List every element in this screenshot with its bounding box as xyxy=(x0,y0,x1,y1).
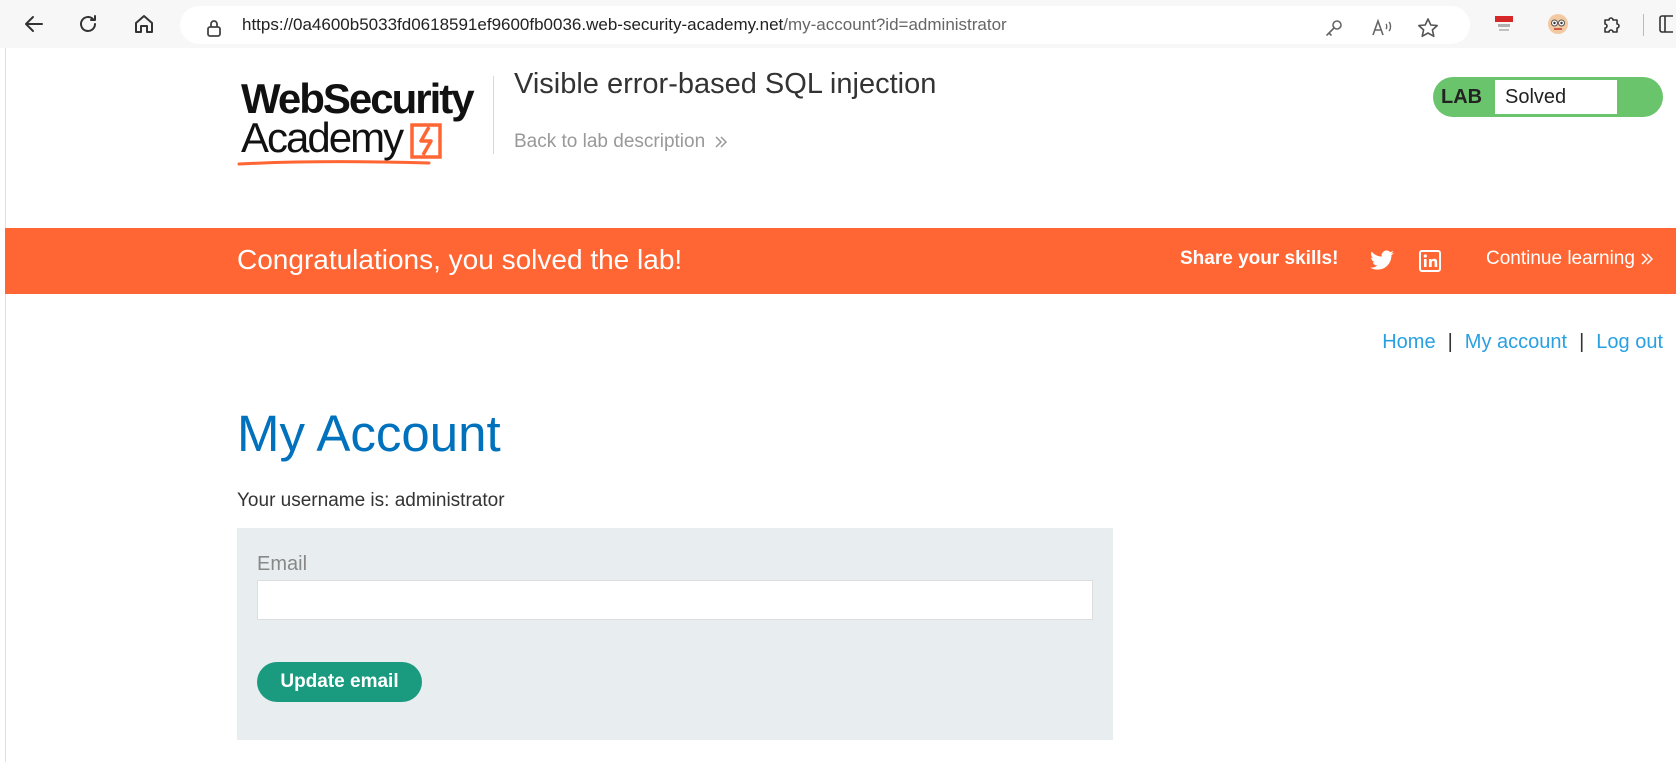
refresh-icon[interactable] xyxy=(74,10,102,38)
top-navigation: Home | My account | Log out xyxy=(1382,331,1663,354)
solved-banner: Congratulations, you solved the lab! Sha… xyxy=(5,228,1676,294)
nav-home-link[interactable]: Home xyxy=(1382,331,1435,353)
continue-learning-link[interactable]: Continue learning xyxy=(1486,248,1655,270)
back-arrow-icon[interactable] xyxy=(20,10,48,38)
share-skills-text: Share your skills! xyxy=(1180,248,1339,269)
toolbar-divider xyxy=(1643,14,1644,36)
url-text[interactable]: https://0a4600b5033fd0618591ef9600fb0036… xyxy=(242,15,1007,35)
double-chevron-right-icon xyxy=(1641,253,1654,265)
email-label: Email xyxy=(257,553,308,575)
double-chevron-right-icon xyxy=(715,136,728,148)
nav-my-account-link[interactable]: My account xyxy=(1465,331,1567,353)
lab-label: LAB xyxy=(1441,86,1483,108)
email-input[interactable] xyxy=(257,580,1093,620)
lock-icon[interactable] xyxy=(202,16,226,40)
linkedin-icon[interactable] xyxy=(1417,248,1443,274)
username-text: Your username is: administrator xyxy=(237,490,505,511)
read-aloud-icon[interactable] xyxy=(1370,16,1394,40)
url-path: /my-account?id=administrator xyxy=(783,15,1007,34)
logo-divider xyxy=(493,76,494,154)
page-title: My Account xyxy=(237,405,501,462)
web-security-academy-logo[interactable]: WebSecurity Academy xyxy=(237,70,489,170)
twitter-icon[interactable] xyxy=(1369,248,1395,274)
favorite-star-icon[interactable] xyxy=(1416,16,1440,40)
nav-separator: | xyxy=(1447,331,1453,353)
browser-toolbar: https://0a4600b5033fd0618591ef9600fb0036… xyxy=(0,0,1676,48)
back-to-lab-description-link[interactable]: Back to lab description xyxy=(514,131,729,153)
key-icon[interactable] xyxy=(1322,16,1346,40)
logo-line2: Academy xyxy=(241,114,404,161)
continue-learning-label: Continue learning xyxy=(1486,248,1635,269)
nav-log-out-link[interactable]: Log out xyxy=(1596,331,1663,353)
update-email-form: Email Update email xyxy=(237,528,1113,740)
url-host: https://0a4600b5033fd0618591ef9600fb0036… xyxy=(242,15,784,34)
congratulations-message: Congratulations, you solved the lab! xyxy=(237,244,683,275)
lab-status: Solved xyxy=(1495,80,1617,114)
nav-separator: | xyxy=(1579,331,1585,353)
update-email-button[interactable]: Update email xyxy=(257,662,422,702)
extension-flag-icon[interactable] xyxy=(1492,12,1516,36)
sidebar-icon[interactable] xyxy=(1656,12,1676,36)
extensions-puzzle-icon[interactable] xyxy=(1600,12,1624,36)
lab-status-badge: LAB Solved xyxy=(1433,77,1663,117)
address-bar[interactable]: https://0a4600b5033fd0618591ef9600fb0036… xyxy=(180,6,1470,44)
profile-avatar-icon[interactable] xyxy=(1546,12,1570,36)
back-link-label: Back to lab description xyxy=(514,131,706,152)
home-icon[interactable] xyxy=(130,10,158,38)
lab-title: Visible error-based SQL injection xyxy=(514,68,937,100)
